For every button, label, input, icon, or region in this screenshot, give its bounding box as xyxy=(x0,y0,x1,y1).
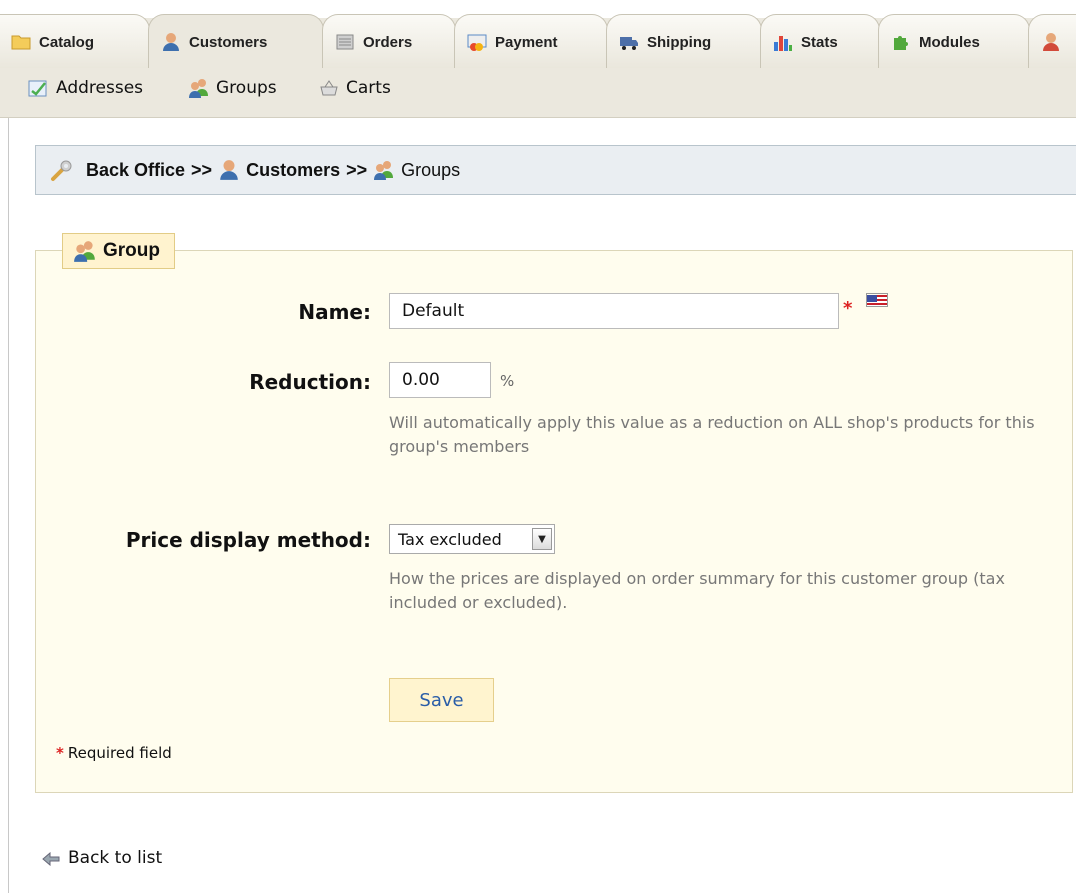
bar-chart-icon xyxy=(773,32,793,52)
group-form-fieldset xyxy=(35,250,1073,793)
tab-orders[interactable]: Orders xyxy=(322,14,456,71)
tab-label: Customers xyxy=(189,34,268,51)
legend-label: Group xyxy=(103,240,160,261)
payment-icon xyxy=(467,32,487,52)
customer-icon xyxy=(161,32,181,52)
tab-stats[interactable]: Stats xyxy=(760,14,880,71)
chevron-down-icon[interactable]: ▼ xyxy=(532,528,552,550)
sub-tab-bar: Addresses Groups Carts xyxy=(0,68,1076,118)
tab-label: Payment xyxy=(495,34,558,51)
fieldset-legend: Group xyxy=(62,233,175,269)
tab-label: Catalog xyxy=(39,34,95,51)
us-flag-icon[interactable] xyxy=(866,293,888,307)
price-display-label: Price display method: xyxy=(125,528,371,552)
subtab-addresses[interactable]: Addresses xyxy=(28,78,143,98)
puzzle-icon xyxy=(891,32,911,52)
tab-label: Shipping xyxy=(647,34,712,51)
breadcrumb-separator: >> xyxy=(346,159,368,180)
select-value: Tax excluded xyxy=(398,529,502,549)
group-icon xyxy=(73,240,97,262)
arrow-left-icon xyxy=(42,851,60,867)
name-input[interactable]: Default xyxy=(389,293,839,329)
subtab-label: Groups xyxy=(216,78,277,98)
breadcrumb-customers[interactable]: Customers xyxy=(246,160,340,181)
reduction-hint: Will automatically apply this value as a… xyxy=(389,413,1035,456)
save-button[interactable]: Save xyxy=(389,678,494,722)
basket-icon xyxy=(318,78,340,98)
tab-customers[interactable]: Customers xyxy=(148,14,324,71)
group-icon xyxy=(188,78,210,98)
reduction-input[interactable]: 0.00 xyxy=(389,362,491,398)
customer-icon xyxy=(218,159,240,181)
subtab-label: Carts xyxy=(346,78,391,98)
tab-employees[interactable] xyxy=(1028,14,1076,71)
wrench-icon xyxy=(50,158,74,182)
reduction-label: Reduction: xyxy=(249,370,371,394)
tab-shipping[interactable]: Shipping xyxy=(606,14,762,71)
price-display-select[interactable]: Tax excluded ▼ xyxy=(389,524,555,554)
required-star: * xyxy=(56,744,64,762)
cart-icon xyxy=(335,32,355,52)
name-label: Name: xyxy=(298,300,371,324)
tab-label: Orders xyxy=(363,34,413,51)
tab-catalog[interactable]: Catalog xyxy=(0,14,150,71)
percent-unit: % xyxy=(500,372,515,390)
tab-payment[interactable]: Payment xyxy=(454,14,608,71)
breadcrumb-groups: Groups xyxy=(401,159,461,180)
required-star: * xyxy=(843,298,853,319)
back-label: Back to list xyxy=(68,848,163,868)
subtab-label: Addresses xyxy=(56,78,144,98)
back-to-list-link[interactable]: Back to list xyxy=(42,848,162,868)
subtab-groups[interactable]: Groups xyxy=(188,78,277,98)
tab-modules[interactable]: Modules xyxy=(878,14,1030,71)
group-icon xyxy=(373,159,395,181)
breadcrumb-back-office[interactable]: Back Office xyxy=(86,160,185,181)
folder-icon xyxy=(11,32,31,52)
subtab-carts[interactable]: Carts xyxy=(318,78,391,98)
tab-label: Stats xyxy=(801,34,838,51)
breadcrumb: Back Office >> Customers >> Groups xyxy=(35,145,1076,195)
main-tab-bar: Catalog Customers Orders Payment Shippin… xyxy=(0,0,1076,71)
price-display-hint: How the prices are displayed on order su… xyxy=(389,569,1005,612)
tab-label: Modules xyxy=(919,34,980,51)
required-field-note: * Required field xyxy=(56,744,172,762)
required-note-text: Required field xyxy=(67,744,172,762)
breadcrumb-separator: >> xyxy=(191,159,213,180)
address-icon xyxy=(28,78,50,98)
truck-icon xyxy=(619,32,639,52)
employee-icon xyxy=(1041,32,1061,52)
